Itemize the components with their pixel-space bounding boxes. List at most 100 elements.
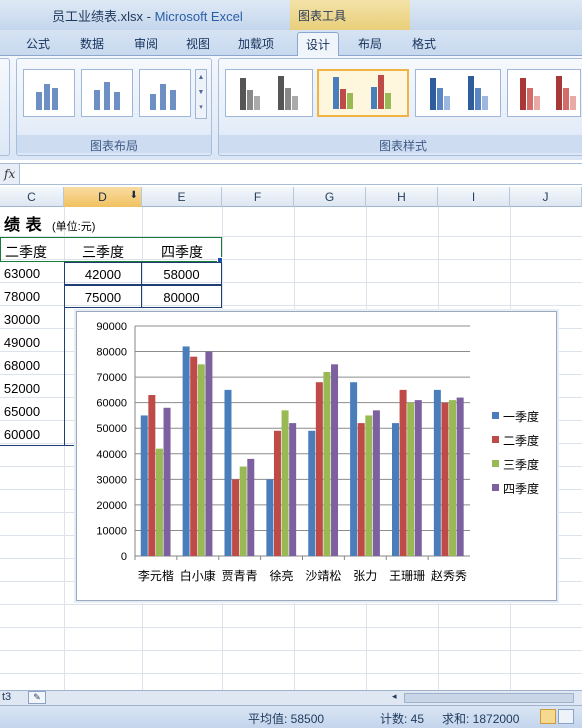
chart-layout-3[interactable] (139, 69, 191, 117)
chart-layout-1[interactable] (23, 69, 75, 117)
bar-2-3 (232, 479, 240, 556)
chart-style-3[interactable] (415, 69, 501, 117)
header-cell-q4[interactable]: 四季度 (142, 238, 222, 261)
normal-view-button[interactable] (540, 709, 556, 724)
ribbon-tabs: 公式 数据 审阅 视图 加载项 设计 布局 格式 (0, 30, 582, 57)
column-header-h[interactable]: H (366, 187, 438, 207)
column-header-g[interactable]: G (294, 187, 366, 207)
cell-value[interactable]: 60000 (0, 423, 46, 446)
bar-3-6 (365, 415, 373, 556)
chart-layouts-label: 图表布局 (17, 135, 211, 153)
cell-value[interactable]: 63000 (0, 262, 46, 285)
y-tick-label: 30000 (96, 474, 127, 486)
horizontal-scrollbar[interactable] (404, 693, 574, 703)
bar-3-5 (323, 372, 331, 556)
tab-format[interactable]: 格式 (412, 35, 436, 52)
layout-gallery-scroll[interactable]: ▲ ▼ ▾ (195, 69, 207, 119)
bar-1-3 (224, 389, 232, 556)
cell-value[interactable]: 75000 (64, 285, 142, 308)
tab-design[interactable]: 设计 (297, 32, 340, 57)
scroll-left-icon[interactable]: ◂ (392, 691, 402, 704)
x-tick-label: 赵秀秀 (431, 569, 467, 583)
ribbon-group-chart-styles: 图表样式 (218, 58, 582, 156)
chart-styles-label: 图表样式 (219, 135, 582, 153)
column-select-arrow-icon: ⬇ (129, 190, 138, 201)
ribbon-group-partial (0, 58, 10, 156)
bar-2-5 (315, 382, 323, 556)
cell-value[interactable]: 68000 (0, 354, 46, 377)
bar-3-8 (449, 400, 457, 556)
page-layout-view-button[interactable] (558, 709, 574, 724)
sheet-tab-partial[interactable]: t3 (2, 691, 11, 703)
bar-1-1 (140, 415, 148, 556)
cell-value[interactable]: 30000 (0, 308, 46, 331)
x-tick-label: 王珊珊 (389, 569, 425, 583)
tab-data[interactable]: 数据 (80, 35, 104, 52)
chart-style-2-selected[interactable] (317, 69, 409, 117)
insert-sheet-icon[interactable]: ✎ (28, 691, 46, 704)
cell-value[interactable]: 42000 (64, 262, 142, 285)
bar-3-1 (155, 448, 163, 556)
tab-view[interactable]: 视图 (186, 35, 210, 52)
formula-bar: fx (0, 163, 582, 185)
sheet-title: 绩 表 (4, 215, 42, 234)
cell-value[interactable]: 80000 (141, 285, 222, 308)
column-header-e[interactable]: E (142, 187, 222, 207)
x-tick-label: 张力 (353, 569, 377, 583)
cell-value[interactable]: 52000 (0, 377, 46, 400)
tab-layout[interactable]: 布局 (358, 35, 382, 52)
chart-style-1[interactable] (225, 69, 313, 117)
insert-function-button[interactable]: fx (0, 164, 20, 184)
bar-4-1 (163, 407, 171, 556)
legend-swatch (492, 412, 499, 419)
tab-formulas[interactable]: 公式 (26, 35, 50, 52)
y-tick-label: 0 (121, 551, 127, 563)
app-name: Microsoft Excel (154, 9, 243, 24)
column-header-i[interactable]: I (438, 187, 510, 207)
cell-value[interactable]: 65000 (0, 400, 46, 423)
bar-3-4 (281, 410, 289, 556)
column-header-j[interactable]: J (510, 187, 582, 207)
x-tick-label: 白小康 (180, 568, 216, 583)
y-tick-label: 70000 (96, 372, 127, 384)
status-count: 计数: 45 (380, 712, 425, 726)
header-cell-q2[interactable]: 二季度 (0, 238, 56, 261)
clustered-column-chart[interactable]: 0 10000 20000 30000 40000 50000 60000 70000 8000… (76, 311, 557, 601)
cell-value[interactable]: 58000 (141, 262, 222, 285)
bar-3-3 (239, 466, 247, 556)
ribbon-group-chart-layouts: ▲ ▼ ▾ 图表布局 (16, 58, 212, 156)
chart-legend[interactable]: 一季度 二季度 三季度 四季度 (491, 408, 555, 504)
column-header-f[interactable]: F (222, 187, 294, 207)
bar-4-3 (247, 458, 255, 556)
status-sum: 求和: 1872000 (442, 712, 520, 726)
bar-1-4 (266, 479, 274, 556)
bar-4-2 (205, 351, 213, 556)
cell-value[interactable]: 78000 (0, 285, 46, 308)
legend-swatch (492, 460, 499, 467)
bar-4-8 (456, 397, 464, 556)
tab-review[interactable]: 审阅 (134, 35, 158, 52)
tab-addins[interactable]: 加载项 (238, 35, 274, 52)
bar-3-2 (197, 364, 205, 556)
bar-4-7 (414, 400, 422, 556)
legend-swatch (492, 436, 499, 443)
header-cell-q3[interactable]: 三季度 (64, 238, 142, 261)
column-header-d[interactable]: D ⬇ (64, 187, 142, 207)
bar-1-5 (308, 430, 316, 556)
ribbon: ▲ ▼ ▾ 图表布局 图表样式 (0, 56, 582, 160)
cell-value[interactable]: 49000 (0, 331, 46, 354)
y-tick-label: 60000 (96, 398, 127, 410)
legend-item-q3: 三季度 (491, 456, 555, 480)
legend-swatch (492, 484, 499, 491)
chart-style-4[interactable] (507, 69, 581, 117)
y-tick-label: 50000 (96, 423, 127, 435)
legend-item-q4: 四季度 (491, 480, 555, 504)
status-average: 平均值: 58500 (248, 712, 325, 726)
file-name: 员工业绩表.xlsx (52, 9, 144, 24)
bar-4-4 (289, 423, 297, 556)
legend-item-q1: 一季度 (491, 408, 555, 432)
chart-layout-2[interactable] (81, 69, 133, 117)
y-tick-label: 80000 (96, 347, 127, 359)
column-header-c[interactable]: C (0, 187, 64, 207)
formula-input[interactable] (22, 164, 580, 184)
